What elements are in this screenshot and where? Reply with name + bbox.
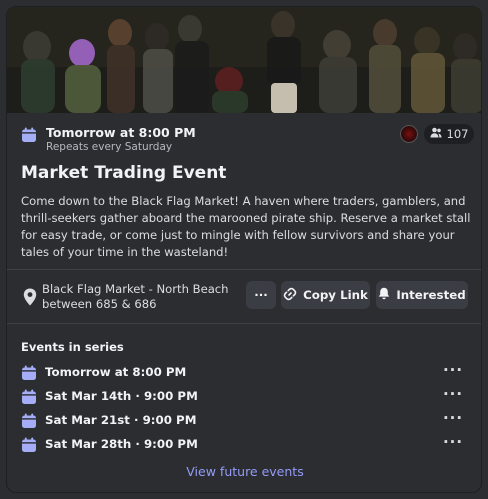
event-location-detail: between 685 & 686 (42, 297, 157, 311)
divider (7, 323, 481, 324)
location-pin-icon (23, 288, 37, 306)
calendar-icon (21, 413, 37, 429)
more-horizontal-icon[interactable]: ··· (441, 387, 465, 405)
copy-link-label: Copy Link (303, 288, 368, 302)
divider (7, 269, 481, 270)
more-horizontal-icon[interactable]: ··· (441, 363, 465, 381)
event-location: Black Flag Market - North Beach (42, 282, 229, 296)
event-title: Market Trading Event (21, 163, 227, 183)
calendar-icon (21, 437, 37, 453)
host-avatar[interactable] (400, 125, 418, 143)
series-item-label: Sat Mar 28th · 9:00 PM (45, 437, 198, 451)
link-icon (283, 287, 297, 304)
series-item-label: Sat Mar 21st · 9:00 PM (45, 413, 197, 427)
series-item[interactable]: Tomorrow at 8:00 PM ··· (21, 363, 469, 383)
crowd-image (7, 7, 481, 113)
bell-icon (378, 287, 390, 303)
interested-button[interactable]: Interested (376, 281, 468, 309)
calendar-icon (21, 389, 37, 405)
calendar-icon (21, 127, 37, 143)
series-item[interactable]: Sat Mar 14th · 9:00 PM ··· (21, 387, 469, 407)
series-item-label: Sat Mar 14th · 9:00 PM (45, 389, 198, 403)
series-heading: Events in series (21, 340, 124, 354)
event-banner-image (7, 7, 481, 113)
event-datetime: Tomorrow at 8:00 PM (46, 125, 196, 140)
more-horizontal-icon: ··· (254, 288, 268, 302)
series-item[interactable]: Sat Mar 21st · 9:00 PM ··· (21, 411, 469, 431)
event-card: Tomorrow at 8:00 PM Repeats every Saturd… (6, 6, 482, 493)
more-horizontal-icon[interactable]: ··· (441, 435, 465, 453)
event-recurrence: Repeats every Saturday (46, 141, 173, 153)
copy-link-button[interactable]: Copy Link (281, 281, 370, 309)
interested-label: Interested (396, 288, 466, 302)
interested-count-badge[interactable]: 107 (424, 124, 474, 144)
series-item[interactable]: Sat Mar 28th · 9:00 PM ··· (21, 435, 469, 455)
view-future-events-link[interactable]: View future events (7, 464, 481, 479)
event-description: Come down to the Black Flag Market! A ha… (21, 194, 471, 259)
series-item-label: Tomorrow at 8:00 PM (45, 365, 187, 379)
event-header: Tomorrow at 8:00 PM Repeats every Saturd… (21, 124, 474, 155)
calendar-icon (21, 365, 37, 381)
interested-count: 107 (446, 127, 469, 141)
more-options-button[interactable]: ··· (246, 281, 276, 309)
users-icon (430, 127, 442, 141)
more-horizontal-icon[interactable]: ··· (441, 411, 465, 429)
